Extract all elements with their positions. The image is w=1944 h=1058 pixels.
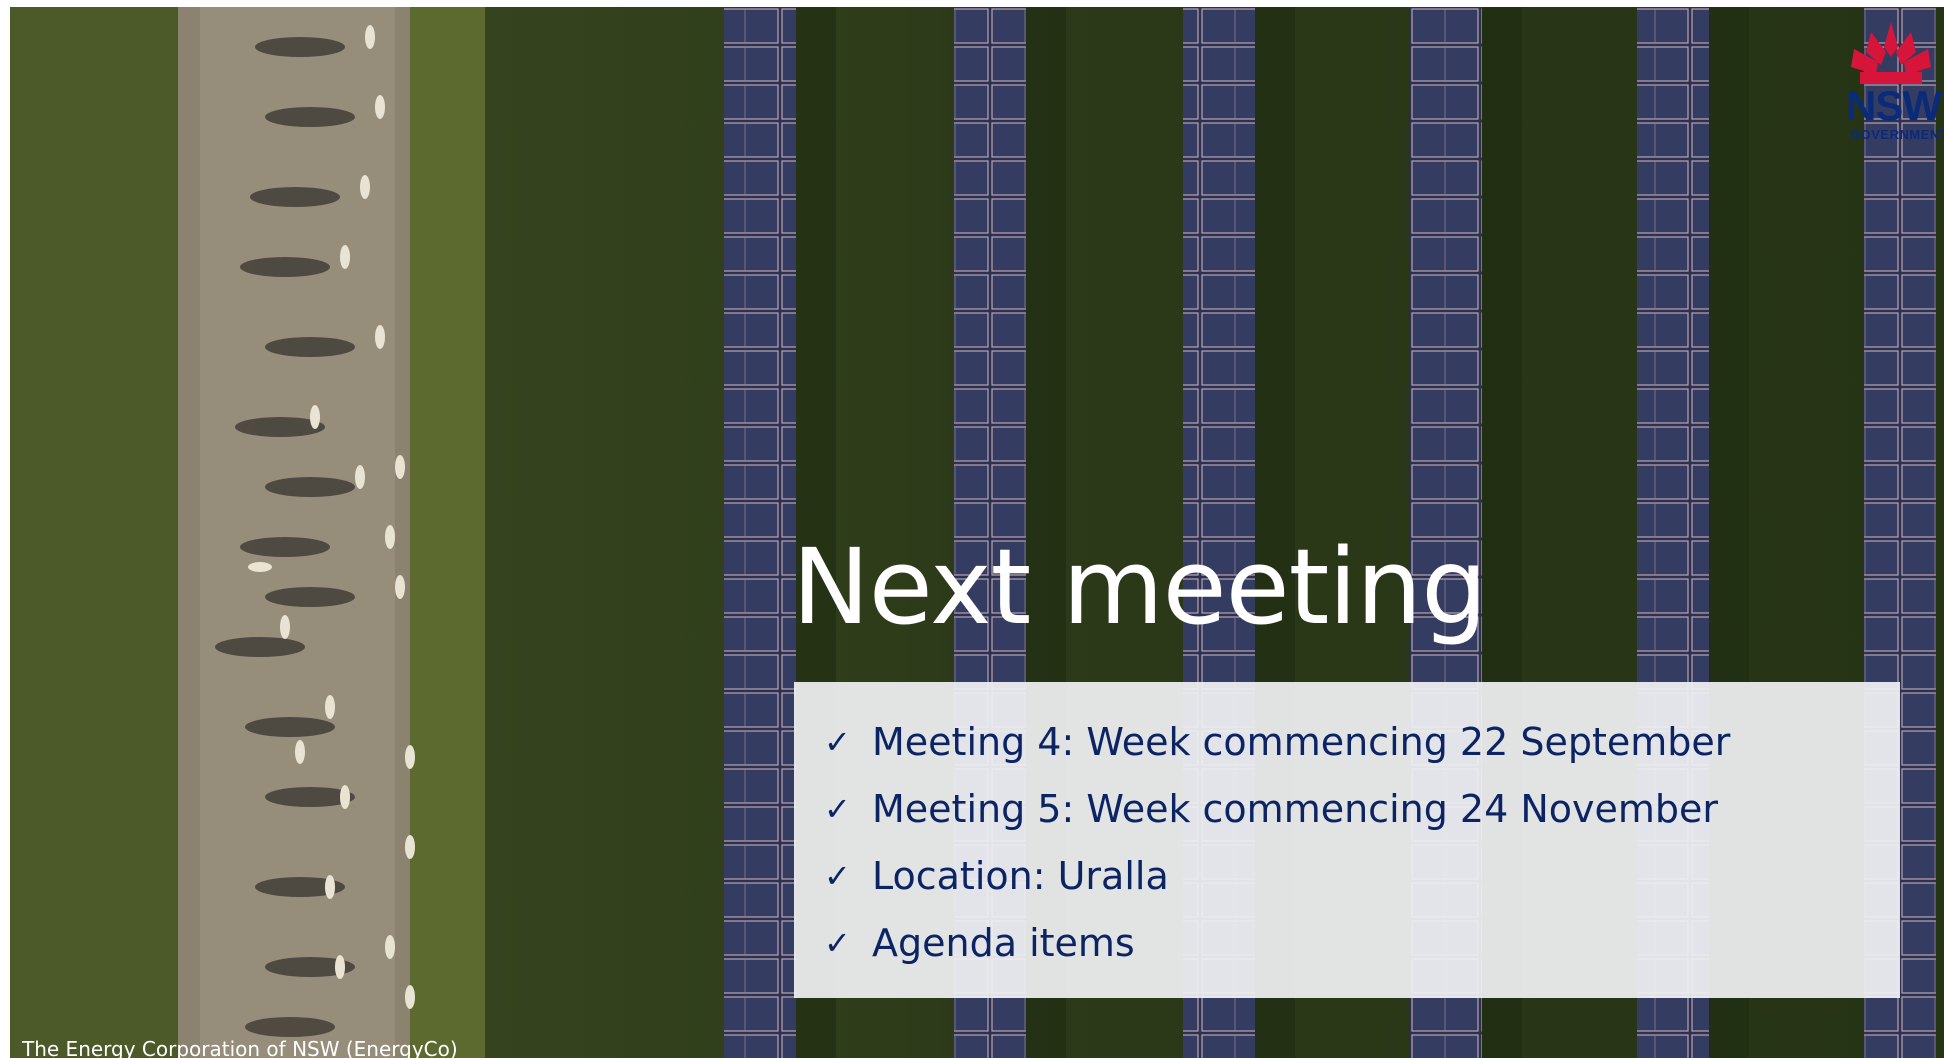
list-item-text: Meeting 4: Week commencing 22 September — [872, 719, 1731, 764]
nsw-government-logo: NSW GOVERNMENT — [1846, 17, 1944, 147]
agenda-panel: ✓ Meeting 4: Week commencing 22 Septembe… — [794, 682, 1900, 998]
check-icon: ✓ — [824, 722, 851, 761]
slide: NSW GOVERNMENT Next meeting ✓ Meeting 4:… — [10, 7, 1944, 1058]
list-item: ✓ Meeting 4: Week commencing 22 Septembe… — [824, 708, 1900, 775]
list-item-text: Agenda items — [872, 920, 1135, 965]
check-icon: ✓ — [824, 856, 851, 895]
list-item-text: Location: Uralla — [872, 853, 1169, 898]
list-item: ✓ Location: Uralla — [824, 842, 1900, 909]
check-icon: ✓ — [824, 789, 851, 828]
list-item-text: Meeting 5: Week commencing 24 November — [872, 786, 1719, 831]
check-icon: ✓ — [824, 923, 851, 962]
list-item: ✓ Agenda items — [824, 909, 1900, 976]
agenda-list: ✓ Meeting 4: Week commencing 22 Septembe… — [794, 682, 1900, 976]
list-item: ✓ Meeting 5: Week commencing 24 November — [824, 775, 1900, 842]
photo-credit: The Energy Corporation of NSW (EnergyCo) — [22, 1037, 458, 1058]
waratah-icon — [1851, 22, 1931, 84]
logo-subtext: GOVERNMENT — [1850, 127, 1944, 142]
logo-text: NSW — [1846, 82, 1942, 129]
slide-title: Next meeting — [792, 526, 1487, 648]
